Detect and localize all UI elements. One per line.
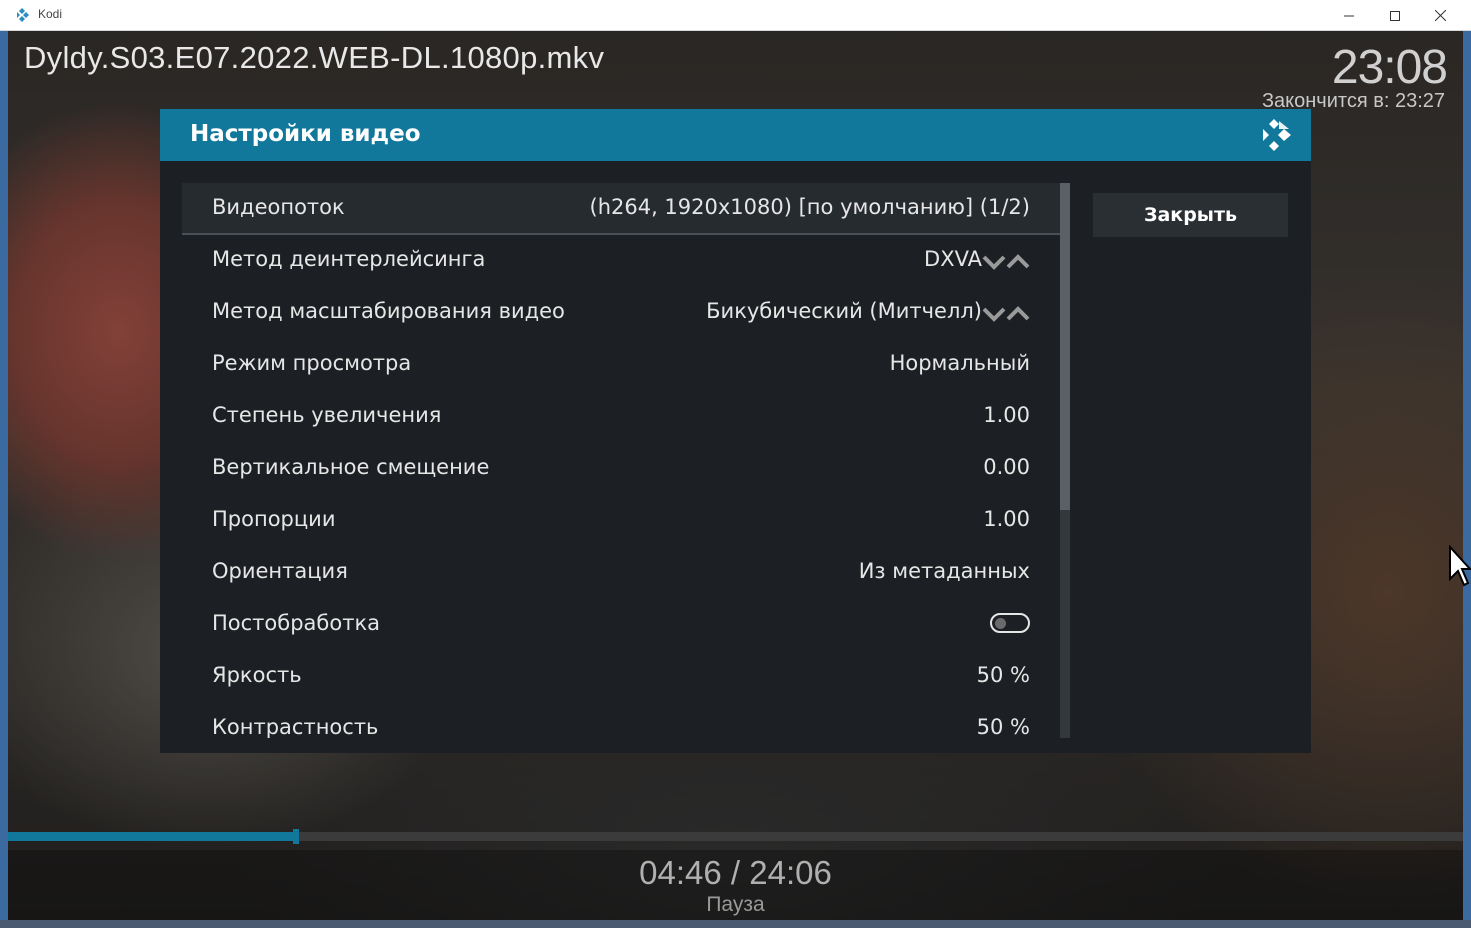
setting-label: Контрастность	[212, 715, 379, 738]
setting-value: (h264, 1920x1080) [по умолчанию] (1/2)	[589, 195, 1031, 219]
setting-row[interactable]: Степень увеличения 1.00	[182, 391, 1060, 443]
setting-row[interactable]: Яркость 50 %	[182, 651, 1060, 703]
setting-row[interactable]: Видеопоток (h264, 1920x1080) [по умолчани…	[182, 183, 1060, 235]
setting-label: Степень увеличения	[212, 403, 442, 427]
chevron-up-icon[interactable]	[1006, 254, 1030, 269]
clock: 23:08	[1331, 41, 1448, 94]
setting-label: Метод масштабирования видео	[212, 299, 565, 323]
setting-row[interactable]: Метод масштабирования видео Бикубический …	[182, 287, 1060, 339]
setting-value: Бикубический (Митчелл)	[706, 299, 982, 323]
setting-label: Режим просмотра	[212, 351, 412, 375]
setting-value: 50 %	[976, 715, 1030, 738]
mouse-cursor-icon	[1449, 545, 1471, 587]
setting-row[interactable]: Контрастность 50 %	[182, 703, 1060, 738]
window-title: Kodi	[38, 7, 63, 21]
setting-value: DXVA	[924, 247, 982, 271]
media-title: Dyldy.S03.E07.2022.WEB-DL.1080p.mkv	[24, 40, 605, 75]
desktop-edge-right	[1463, 31, 1471, 928]
playback-state: Пауза	[706, 893, 765, 916]
setting-label: Яркость	[212, 663, 302, 687]
setting-row[interactable]: Режим просмотра Нормальный	[182, 339, 1060, 391]
setting-label: Видеопоток	[212, 195, 345, 219]
setting-value: 1.00	[983, 403, 1030, 427]
minimize-button[interactable]	[1326, 0, 1372, 31]
seek-bar[interactable]	[8, 829, 1463, 844]
close-icon	[1434, 10, 1446, 21]
minimize-icon	[1344, 15, 1354, 16]
time-readout: 04:46 / 24:06	[639, 854, 832, 891]
desktop-edge-bottom	[0, 920, 1471, 928]
desktop-edge-left	[0, 31, 8, 928]
spinner-arrows-icon[interactable]	[982, 253, 1032, 271]
settings-list[interactable]: Видеопоток (h264, 1920x1080) [по умолчани…	[182, 183, 1060, 738]
setting-value: Нормальный	[889, 351, 1030, 375]
setting-row[interactable]: Метод деинтерлейсинга DXVA	[182, 235, 1060, 287]
setting-value: 0.00	[983, 455, 1030, 479]
seek-bar-fill	[8, 832, 296, 841]
setting-label: Вертикальное смещение	[212, 455, 490, 479]
setting-row[interactable]: Постобработка	[182, 599, 1060, 651]
maximize-button[interactable]	[1372, 0, 1418, 31]
setting-row[interactable]: Пропорции 1.00	[182, 495, 1060, 547]
dialog-title: Настройки видео	[190, 121, 421, 147]
setting-label: Ориентация	[212, 559, 348, 583]
chevron-down-icon[interactable]	[982, 307, 1006, 322]
toggle-switch[interactable]	[990, 613, 1030, 633]
setting-value: 1.00	[983, 507, 1030, 531]
chevron-down-icon[interactable]	[982, 255, 1006, 270]
setting-value: Из метаданных	[858, 559, 1030, 583]
setting-label: Метод деинтерлейсинга	[212, 247, 486, 271]
setting-row[interactable]: Вертикальное смещение 0.00	[182, 443, 1060, 495]
chevron-up-icon[interactable]	[1006, 306, 1030, 321]
kodi-logo-icon	[1263, 119, 1291, 151]
seek-bar-handle[interactable]	[293, 829, 299, 844]
settings-scrollbar[interactable]	[1060, 183, 1070, 738]
spinner-arrows-icon[interactable]	[982, 305, 1032, 323]
scrollbar-thumb[interactable]	[1060, 183, 1070, 510]
toggle-knob	[995, 618, 1006, 629]
close-window-button[interactable]	[1417, 0, 1463, 31]
window-titlebar: Kodi	[0, 0, 1471, 31]
setting-row[interactable]: Ориентация Из метаданных	[182, 547, 1060, 599]
close-button[interactable]: Закрыть	[1093, 193, 1288, 237]
setting-label: Пропорции	[212, 507, 336, 531]
dialog-header: Настройки видео	[160, 109, 1311, 161]
video-settings-dialog: Настройки видео Видеопоток (h264, 1920x10…	[160, 109, 1311, 753]
kodi-logo-icon	[17, 8, 29, 22]
setting-value: 50 %	[976, 663, 1030, 687]
maximize-icon	[1390, 10, 1400, 21]
setting-label: Постобработка	[212, 611, 380, 635]
